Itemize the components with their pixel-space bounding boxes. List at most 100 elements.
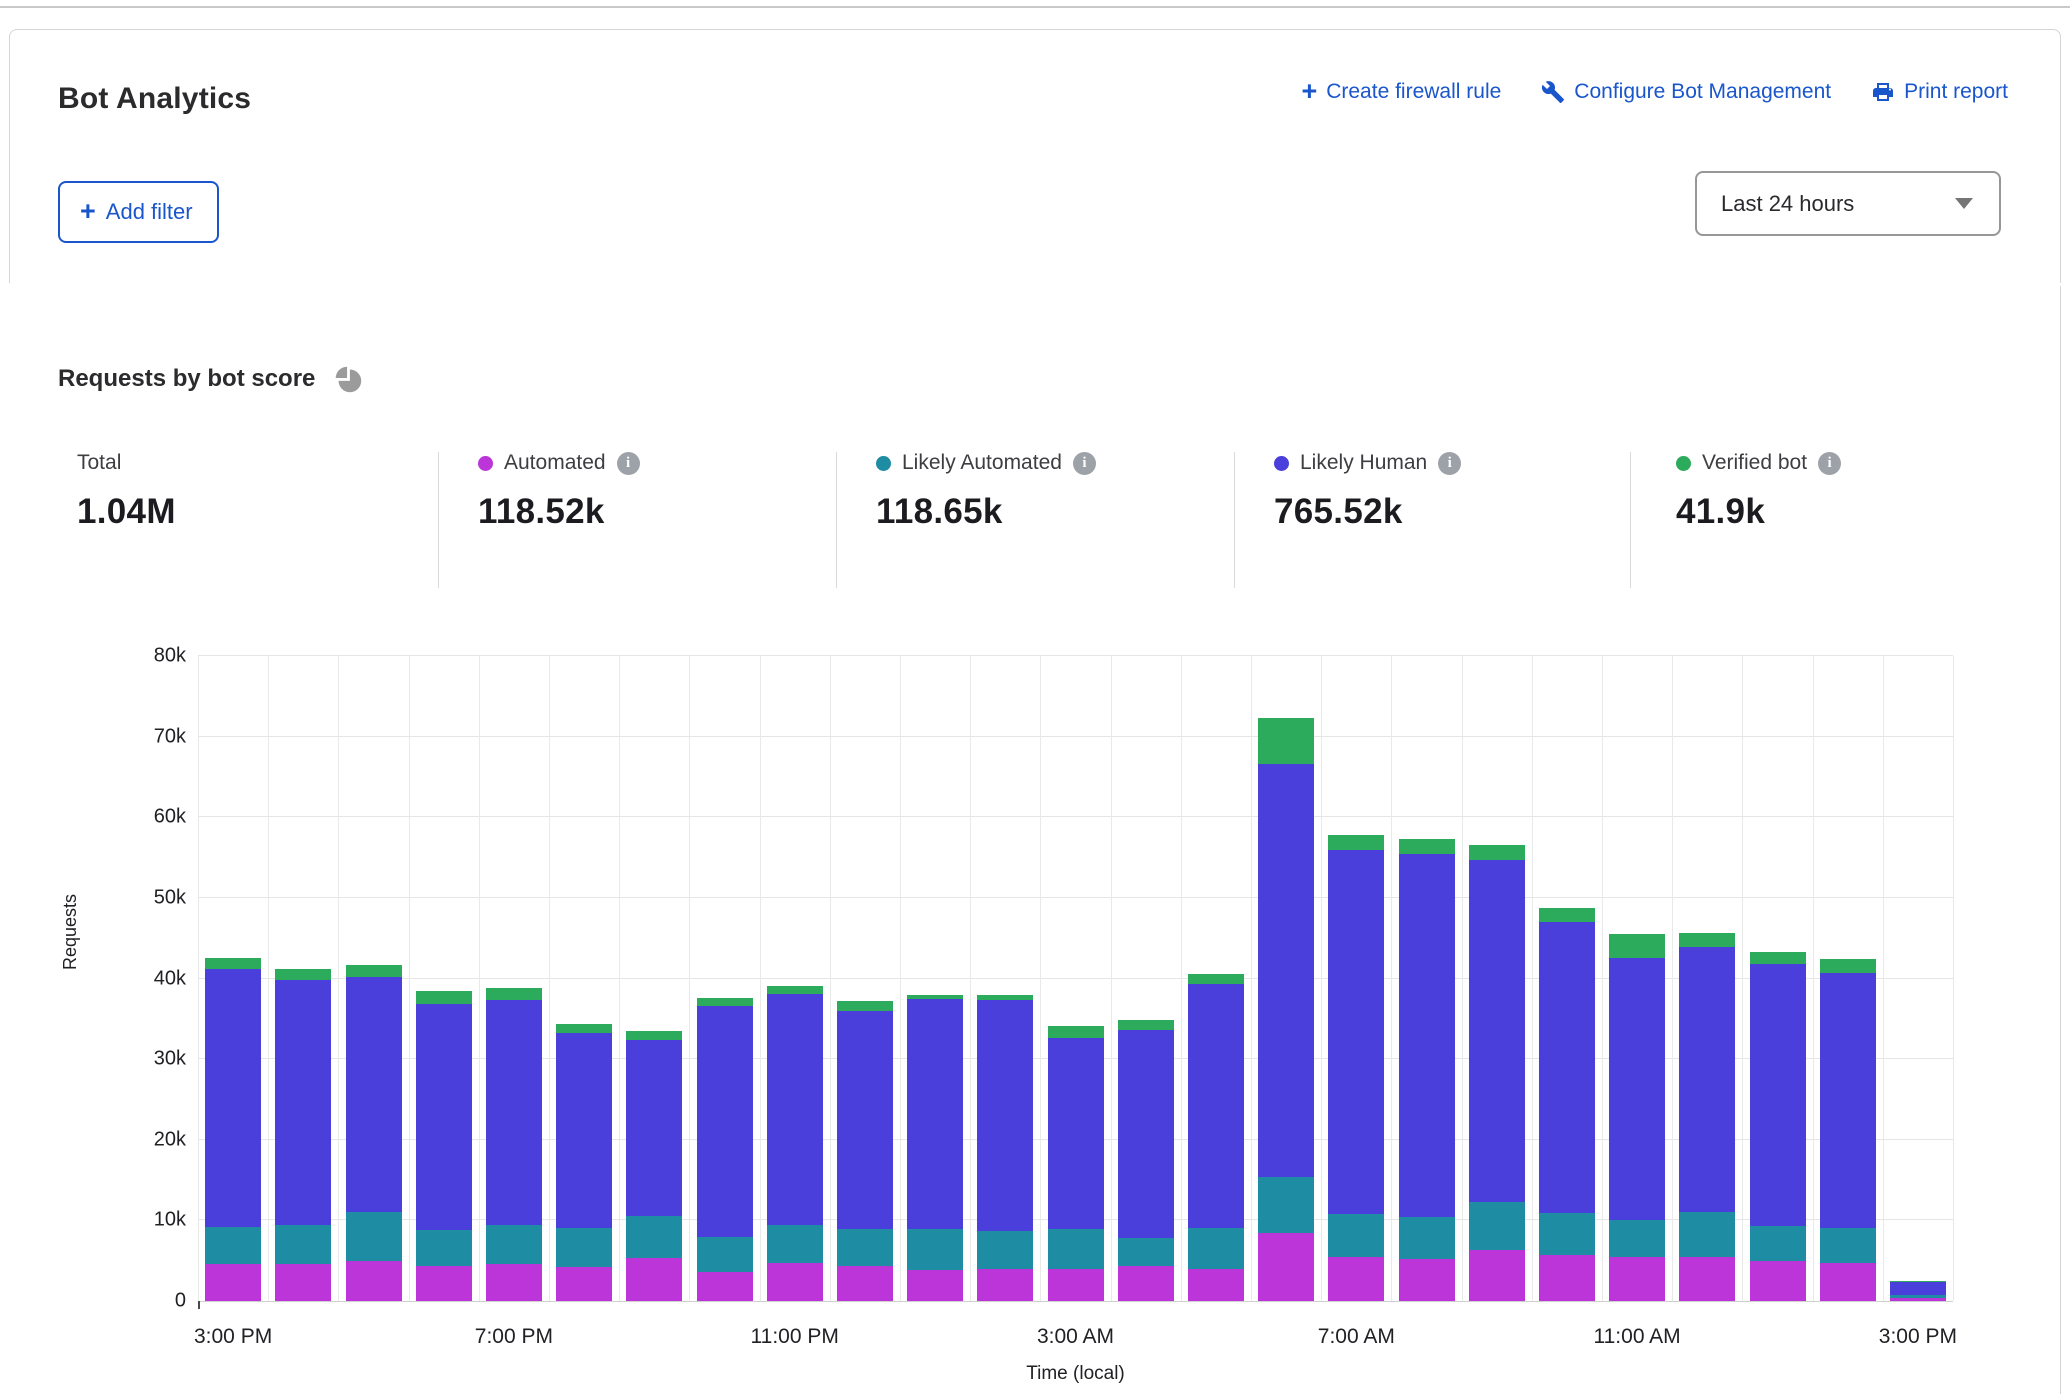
bar-400pm[interactable] (275, 969, 331, 1301)
gridline-v (900, 656, 901, 1301)
bar-200am[interactable] (977, 995, 1033, 1301)
bar-segment-automated (486, 1264, 542, 1301)
bar-1000pm[interactable] (697, 998, 753, 1301)
gridline-v (409, 656, 410, 1301)
bar-segment-likely-automated (1469, 1202, 1525, 1250)
bar-900am[interactable] (1469, 845, 1525, 1301)
bar-700am[interactable] (1328, 835, 1384, 1301)
stat-divider (1234, 452, 1235, 588)
requests-by-bot-score-chart: Requests Time (local) 010k20k30k40k50k60… (0, 640, 2070, 1394)
x-tick-label: 11:00 AM (1594, 1325, 1681, 1349)
gridline-h (198, 897, 1953, 898)
bar-segment-likely-human (1469, 860, 1525, 1202)
add-filter-button[interactable]: + Add filter (58, 181, 219, 243)
bar-segment-likely-automated (907, 1229, 963, 1270)
bar-segment-verified-bot (556, 1024, 612, 1033)
bar-segment-likely-automated (1188, 1228, 1244, 1269)
bar-segment-likely-automated (1820, 1228, 1876, 1263)
bar-segment-verified-bot (1048, 1026, 1104, 1038)
gridline-v (689, 656, 690, 1301)
y-tick-label: 30k (126, 1048, 186, 1071)
bar-segment-verified-bot (486, 988, 542, 1000)
bar-segment-verified-bot (416, 991, 472, 1004)
bar-segment-verified-bot (1118, 1020, 1174, 1030)
bar-600am[interactable] (1258, 718, 1314, 1301)
bar-300pm[interactable] (1890, 1281, 1946, 1301)
x-tick-label: 11:00 PM (751, 1325, 839, 1349)
bar-segment-likely-human (837, 1011, 893, 1229)
bar-segment-likely-human (1539, 922, 1595, 1213)
configure-bot-management-link[interactable]: Configure Bot Management (1541, 80, 1831, 104)
print-report-link[interactable]: Print report (1871, 80, 2008, 104)
bar-200pm[interactable] (1820, 959, 1876, 1301)
bar-500am[interactable] (1188, 974, 1244, 1301)
likely-human-dot (1274, 456, 1289, 471)
pie-chart-icon[interactable] (331, 362, 365, 396)
bar-300am[interactable] (1048, 1026, 1104, 1301)
x-tick-label: 3:00 AM (1037, 1325, 1114, 1349)
bar-segment-automated (767, 1263, 823, 1301)
bar-segment-verified-bot (1890, 1281, 1946, 1282)
bar-segment-verified-bot (1469, 845, 1525, 860)
bar-segment-likely-human (1750, 964, 1806, 1226)
stat-automated: Automated i 118.52k (478, 448, 640, 532)
bar-segment-likely-human (1890, 1282, 1946, 1295)
gridline-h (198, 655, 1953, 656)
bar-segment-verified-bot (837, 1001, 893, 1011)
time-range-select[interactable]: Last 24 hours (1695, 171, 2001, 236)
bar-1100am[interactable] (1609, 934, 1665, 1301)
bar-400am[interactable] (1118, 1020, 1174, 1301)
bar-segment-automated (907, 1270, 963, 1301)
bar-segment-likely-automated (1890, 1295, 1946, 1298)
bar-segment-likely-automated (697, 1237, 753, 1272)
bar-900pm[interactable] (626, 1031, 682, 1301)
bar-segment-likely-human (977, 1000, 1033, 1231)
stat-divider (836, 452, 837, 588)
bar-1200am[interactable] (837, 1001, 893, 1301)
info-icon[interactable]: i (1073, 452, 1096, 475)
bar-800am[interactable] (1399, 839, 1455, 1301)
bar-800pm[interactable] (556, 1024, 612, 1301)
chart-plot-area (198, 656, 1953, 1301)
bar-segment-likely-human (275, 980, 331, 1225)
info-icon[interactable]: i (617, 452, 640, 475)
bar-1000am[interactable] (1539, 908, 1595, 1301)
bar-segment-verified-bot (1679, 933, 1735, 947)
bar-segment-likely-human (697, 1006, 753, 1237)
create-firewall-rule-link[interactable]: + Create firewall rule (1301, 80, 1501, 104)
bar-segment-likely-automated (1750, 1226, 1806, 1261)
bar-segment-likely-automated (837, 1229, 893, 1266)
gridline-v (1813, 656, 1814, 1301)
bar-segment-automated (1258, 1233, 1314, 1301)
bar-segment-automated (1679, 1257, 1735, 1301)
y-tick-label: 40k (126, 967, 186, 990)
configure-bot-management-label: Configure Bot Management (1574, 80, 1831, 104)
bar-segment-likely-automated (1679, 1212, 1735, 1257)
bar-300pm[interactable] (205, 958, 261, 1301)
gridline-h (198, 736, 1953, 737)
info-icon[interactable]: i (1438, 452, 1461, 475)
bar-segment-likely-human (1820, 973, 1876, 1228)
bar-segment-likely-human (1328, 850, 1384, 1214)
bar-100pm[interactable] (1750, 952, 1806, 1301)
printer-icon (1871, 80, 1895, 104)
bar-500pm[interactable] (346, 965, 402, 1301)
bar-segment-verified-bot (1188, 974, 1244, 984)
gridline-v (760, 656, 761, 1301)
bar-700pm[interactable] (486, 988, 542, 1301)
gridline-v (1462, 656, 1463, 1301)
info-icon[interactable]: i (1818, 452, 1841, 475)
bar-segment-likely-automated (1048, 1229, 1104, 1269)
bar-1100pm[interactable] (767, 986, 823, 1301)
bar-100am[interactable] (907, 995, 963, 1301)
x-tick-label: 3:00 PM (194, 1325, 272, 1349)
time-range-value: Last 24 hours (1721, 191, 1854, 217)
bar-segment-likely-automated (205, 1227, 261, 1264)
gridline-v (1742, 656, 1743, 1301)
bar-600pm[interactable] (416, 991, 472, 1301)
bar-1200pm[interactable] (1679, 933, 1735, 1301)
bar-segment-automated (977, 1269, 1033, 1301)
bar-segment-likely-automated (416, 1230, 472, 1266)
bar-segment-likely-human (907, 999, 963, 1229)
bar-segment-likely-human (416, 1004, 472, 1230)
